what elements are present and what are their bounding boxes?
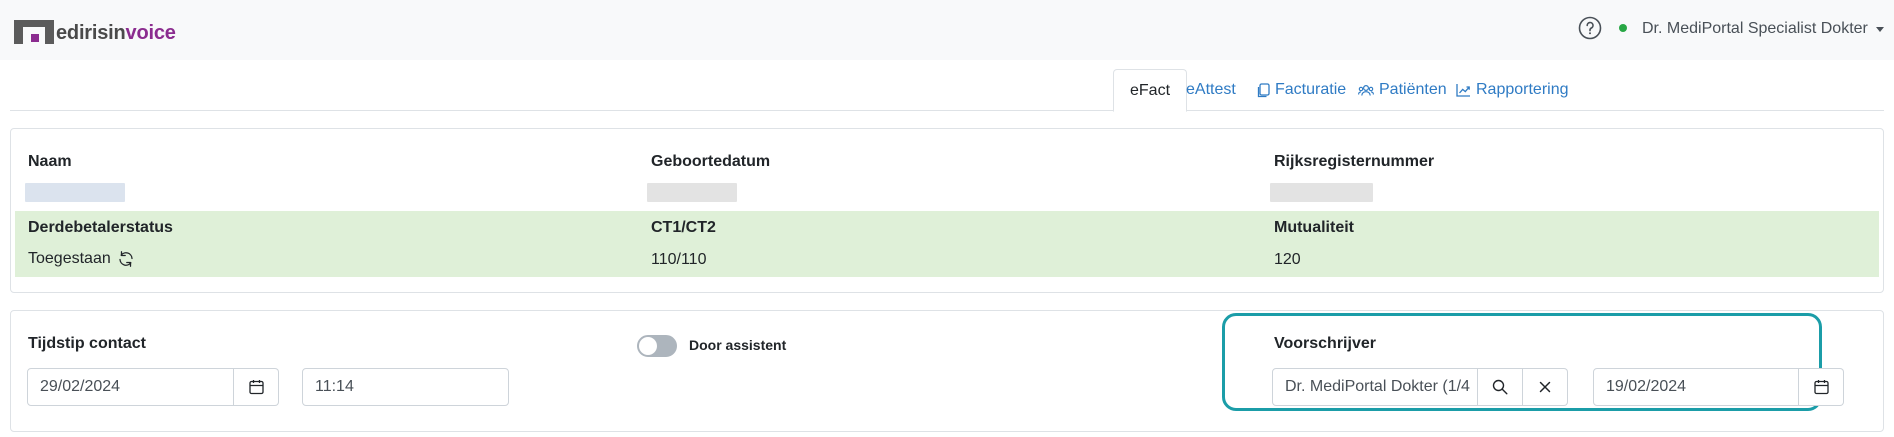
help-icon[interactable] (1578, 16, 1602, 40)
redacted-rrn (1270, 183, 1373, 202)
third-party-label: Derdebetalerstatus (28, 219, 173, 236)
tab-patienten[interactable]: Patiënten (1358, 69, 1447, 111)
toggle-knob (639, 337, 657, 355)
ct-label: CT1/CT2 (651, 219, 716, 236)
prescription-date-input[interactable]: 19/02/2024 (1593, 368, 1799, 406)
redacted-birthdate (647, 183, 737, 202)
contact-time-input[interactable]: 11:14 (302, 368, 509, 406)
redacted-name (25, 183, 125, 202)
refresh-icon[interactable] (117, 250, 135, 268)
third-party-value: Toegestaan (28, 250, 135, 268)
calendar-icon (1813, 380, 1829, 395)
tab-facturatie[interactable]: Facturatie (1256, 69, 1346, 111)
online-status-dot (1619, 24, 1627, 32)
prescriber-input[interactable]: Dr. MediPortal Dokter (1/4 (1272, 368, 1478, 406)
contact-date-group: 29/02/2024 (27, 368, 279, 406)
patient-info-card: Naam Geboortedatum Rijksregisternummer D… (10, 128, 1884, 293)
tab-eattest[interactable]: eAttest (1186, 69, 1236, 111)
mutuality-value: 120 (1274, 251, 1301, 268)
contact-time-group: 11:14 (302, 368, 509, 406)
users-icon (1358, 84, 1374, 96)
contact-date-input[interactable]: 29/02/2024 (27, 368, 234, 406)
assistant-toggle-label: Door assistent (689, 337, 787, 353)
close-icon (1539, 381, 1551, 393)
tab-label: eFact (1130, 81, 1171, 99)
prescriber-search-button[interactable] (1478, 368, 1523, 406)
logo-text: edirisinvoice (56, 22, 176, 44)
copy-icon (1257, 82, 1270, 97)
mutuality-label: Mutualiteit (1274, 219, 1354, 236)
name-label: Naam (28, 153, 72, 170)
prescription-date-group: 19/02/2024 (1593, 368, 1844, 406)
contact-time-label: Tijdstip contact (28, 335, 146, 352)
tab-label: Patiënten (1379, 81, 1447, 98)
user-name: Dr. MediPortal Specialist Dokter (1642, 20, 1868, 37)
prescriber-clear-button[interactable] (1523, 368, 1568, 406)
top-navbar: edirisinvoice Dr. MediPortal Specialist … (0, 0, 1894, 60)
tab-label: Rapportering (1476, 81, 1569, 98)
main-tabs: eFact eAttest Facturatie Patiënten Rappo… (10, 69, 1884, 112)
prescriber-group: Dr. MediPortal Dokter (1/4 (1272, 368, 1568, 406)
chart-icon (1456, 84, 1470, 97)
ct-value: 110/110 (651, 251, 707, 268)
tab-label: eAttest (1186, 81, 1236, 98)
tab-label: Facturatie (1275, 81, 1347, 98)
insurance-status-band (15, 211, 1879, 277)
logo-mark-icon (14, 20, 54, 44)
birthdate-label: Geboortedatum (651, 153, 771, 170)
assistant-toggle[interactable] (637, 335, 677, 357)
tab-rapportering[interactable]: Rapportering (1456, 69, 1569, 111)
search-icon (1492, 379, 1508, 395)
user-menu-dropdown[interactable]: Dr. MediPortal Specialist Dokter (1642, 20, 1884, 38)
calendar-icon (248, 380, 264, 395)
third-party-status: Toegestaan (28, 250, 111, 267)
caret-down-icon (1875, 26, 1884, 32)
tab-efact[interactable]: eFact (1113, 69, 1188, 112)
calendar-button[interactable] (234, 368, 279, 406)
rrn-label: Rijksregisternummer (1274, 153, 1435, 170)
calendar-button[interactable] (1799, 368, 1844, 406)
app-logo[interactable]: edirisinvoice (14, 16, 176, 44)
